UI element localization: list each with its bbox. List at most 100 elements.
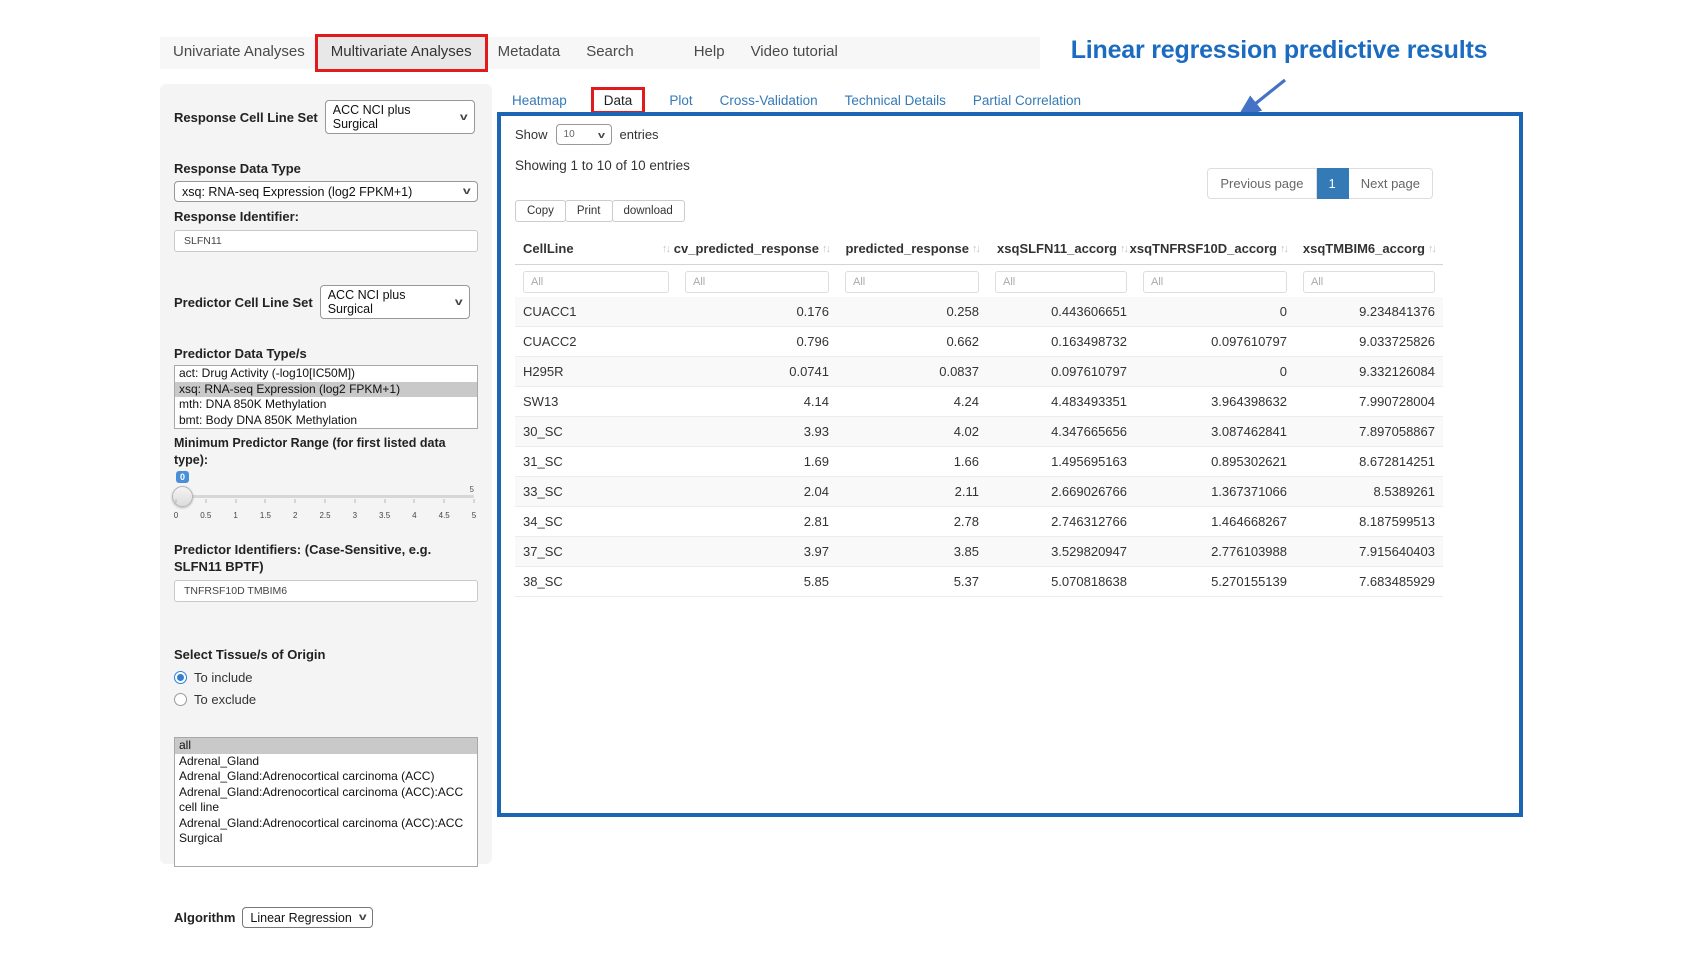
cell-value: 2.81: [677, 507, 837, 536]
filter-input-cellline[interactable]: [523, 271, 669, 293]
nav-item-metadata[interactable]: Metadata: [485, 37, 574, 69]
radio-checked-icon[interactable]: [174, 671, 187, 684]
table-row: CUACC10.1760.2580.44360665109.234841376: [515, 297, 1443, 326]
algorithm-select[interactable]: Linear Regression v: [242, 907, 373, 928]
tab-technical-details[interactable]: Technical Details: [845, 93, 946, 108]
predictor-cell-line-set-value: ACC NCI plus Surgical: [328, 288, 448, 316]
sort-icon[interactable]: ↑↓: [822, 243, 829, 255]
nav-item-multivariate-analyses[interactable]: Multivariate Analyses: [318, 37, 485, 69]
column-header-predicted-response[interactable]: predicted_response↑↓: [837, 235, 987, 264]
tab-cross-validation[interactable]: Cross-Validation: [720, 93, 818, 108]
predictor-cell-line-set-select[interactable]: ACC NCI plus Surgical v: [320, 285, 470, 319]
nav-item-univariate-analyses[interactable]: Univariate Analyses: [160, 37, 318, 69]
predictor-identifiers-input[interactable]: TNFRSF10D TMBIM6: [174, 580, 478, 602]
response-cell-line-set-label: Response Cell Line Set: [174, 109, 318, 126]
sort-icon[interactable]: ↑↓: [1280, 243, 1287, 255]
slider-tick-label: 0: [174, 511, 178, 520]
cell-value: 4.14: [677, 387, 837, 416]
filter-cell: [1135, 265, 1295, 297]
cell-line-value: 34_SC: [515, 507, 677, 536]
cell-value: 9.234841376: [1295, 297, 1443, 326]
table-row: 37_SC3.973.853.5298209472.7761039887.915…: [515, 536, 1443, 566]
sort-icon[interactable]: ↑↓: [1120, 243, 1127, 255]
tissue-listbox[interactable]: allAdrenal_GlandAdrenal_Gland:Adrenocort…: [174, 737, 478, 867]
algorithm-label: Algorithm: [174, 909, 235, 926]
tab-heatmap[interactable]: Heatmap: [512, 93, 567, 108]
response-identifier-input[interactable]: SLFN11: [174, 230, 478, 252]
column-header-xsqslfn11-accorg[interactable]: xsqSLFN11_accorg↑↓: [987, 235, 1135, 264]
response-cell-line-set-select[interactable]: ACC NCI plus Surgical v: [325, 100, 475, 134]
datatype-option-mth[interactable]: mth: DNA 850K Methylation: [175, 397, 477, 413]
page-length-value: 10: [564, 129, 575, 140]
cell-line-value: 31_SC: [515, 447, 677, 476]
tissue-radio-to-include[interactable]: To include: [174, 670, 478, 685]
slider-tickmark: [176, 499, 177, 503]
slider-tick-label: 5: [472, 511, 476, 520]
sort-icon[interactable]: ↑↓: [1428, 243, 1435, 255]
tab-plot[interactable]: Plot: [669, 93, 692, 108]
table-row: 38_SC5.855.375.0708186385.2701551397.683…: [515, 566, 1443, 597]
filter-input-cv-predicted-response[interactable]: [685, 271, 829, 293]
slider-track[interactable]: 0 5: [176, 495, 474, 498]
cell-value: 7.915640403: [1295, 537, 1443, 566]
column-label: xsqTMBIM6_accorg: [1303, 241, 1425, 256]
nav-item-video-tutorial[interactable]: Video tutorial: [738, 37, 851, 69]
cell-value: 0.097610797: [987, 357, 1135, 386]
download-button[interactable]: download: [612, 200, 685, 222]
slider-tick-label: 2.5: [319, 511, 330, 520]
cell-value: 5.070818638: [987, 567, 1135, 596]
predictor-data-types-listbox[interactable]: act: Drug Activity (-log10[IC50M])xsq: R…: [174, 365, 478, 429]
radio-unchecked-icon[interactable]: [174, 693, 187, 706]
next-page-button[interactable]: Next page: [1349, 168, 1433, 199]
nav-item-help[interactable]: Help: [681, 37, 738, 69]
cell-line-value: 33_SC: [515, 477, 677, 506]
slider-tick-label: 4: [412, 511, 416, 520]
top-nav: Univariate AnalysesMultivariate Analyses…: [160, 37, 1040, 69]
cell-value: 4.02: [837, 417, 987, 446]
cell-value: 0.163498732: [987, 327, 1135, 356]
filter-input-xsqtnfrsf10d-accorg[interactable]: [1143, 271, 1287, 293]
table-row: 33_SC2.042.112.6690267661.3673710668.538…: [515, 476, 1443, 506]
column-header-xsqtnfrsf10d-accorg[interactable]: xsqTNFRSF10D_accorg↑↓: [1135, 235, 1295, 264]
tissue-radio-to-exclude[interactable]: To exclude: [174, 692, 478, 707]
cell-value: 2.04: [677, 477, 837, 506]
chevron-down-icon: v: [463, 186, 471, 197]
tissue-option[interactable]: Adrenal_Gland:Adrenocortical carcinoma (…: [175, 785, 477, 816]
slider-max-label: 5: [470, 485, 474, 494]
datatype-option-act[interactable]: act: Drug Activity (-log10[IC50M]): [175, 366, 477, 382]
tissue-option[interactable]: all: [175, 738, 477, 754]
sort-icon[interactable]: ↑↓: [972, 243, 979, 255]
datatype-option-xsq[interactable]: xsq: RNA-seq Expression (log2 FPKM+1): [175, 382, 477, 398]
cell-value: 2.78: [837, 507, 987, 536]
response-data-type-select[interactable]: xsq: RNA-seq Expression (log2 FPKM+1) v: [174, 181, 478, 202]
page-length-select[interactable]: 10 v: [556, 124, 612, 145]
tissue-option[interactable]: Adrenal_Gland:Adrenocortical carcinoma (…: [175, 769, 477, 785]
slider-handle[interactable]: [172, 486, 193, 507]
cell-value: 3.964398632: [1135, 387, 1295, 416]
filter-cell: [515, 265, 677, 297]
filter-input-xsqslfn11-accorg[interactable]: [995, 271, 1127, 293]
column-header-xsqtmbim6-accorg[interactable]: xsqTMBIM6_accorg↑↓: [1295, 235, 1443, 264]
column-header-cellline[interactable]: CellLine↑↓: [515, 235, 677, 264]
previous-page-button[interactable]: Previous page: [1207, 168, 1316, 199]
tab-data[interactable]: Data: [594, 90, 643, 111]
tab-partial-correlation[interactable]: Partial Correlation: [973, 93, 1081, 108]
tissue-option[interactable]: Adrenal_Gland:Adrenocortical carcinoma (…: [175, 816, 477, 847]
filter-input-predicted-response[interactable]: [845, 271, 979, 293]
filter-cell: [987, 265, 1135, 297]
response-data-type-value: xsq: RNA-seq Expression (log2 FPKM+1): [182, 185, 412, 199]
cell-value: 2.746312766: [987, 507, 1135, 536]
sort-icon[interactable]: ↑↓: [662, 243, 669, 255]
slider-tickmark: [354, 499, 355, 503]
page-1-button[interactable]: 1: [1317, 168, 1349, 199]
filter-input-xsqtmbim6-accorg[interactable]: [1303, 271, 1435, 293]
annotation-title: Linear regression predictive results: [1058, 36, 1500, 65]
tissue-option[interactable]: Adrenal_Gland: [175, 754, 477, 770]
copy-button[interactable]: Copy: [515, 200, 566, 222]
nav-item-search[interactable]: Search: [573, 37, 647, 69]
column-header-cv-predicted-response[interactable]: cv_predicted_response↑↓: [677, 235, 837, 264]
table-row: CUACC20.7960.6620.1634987320.0976107979.…: [515, 326, 1443, 356]
filter-cell: [1295, 265, 1443, 297]
print-button[interactable]: Print: [565, 200, 613, 222]
datatype-option-bmt[interactable]: bmt: Body DNA 850K Methylation: [175, 413, 477, 429]
